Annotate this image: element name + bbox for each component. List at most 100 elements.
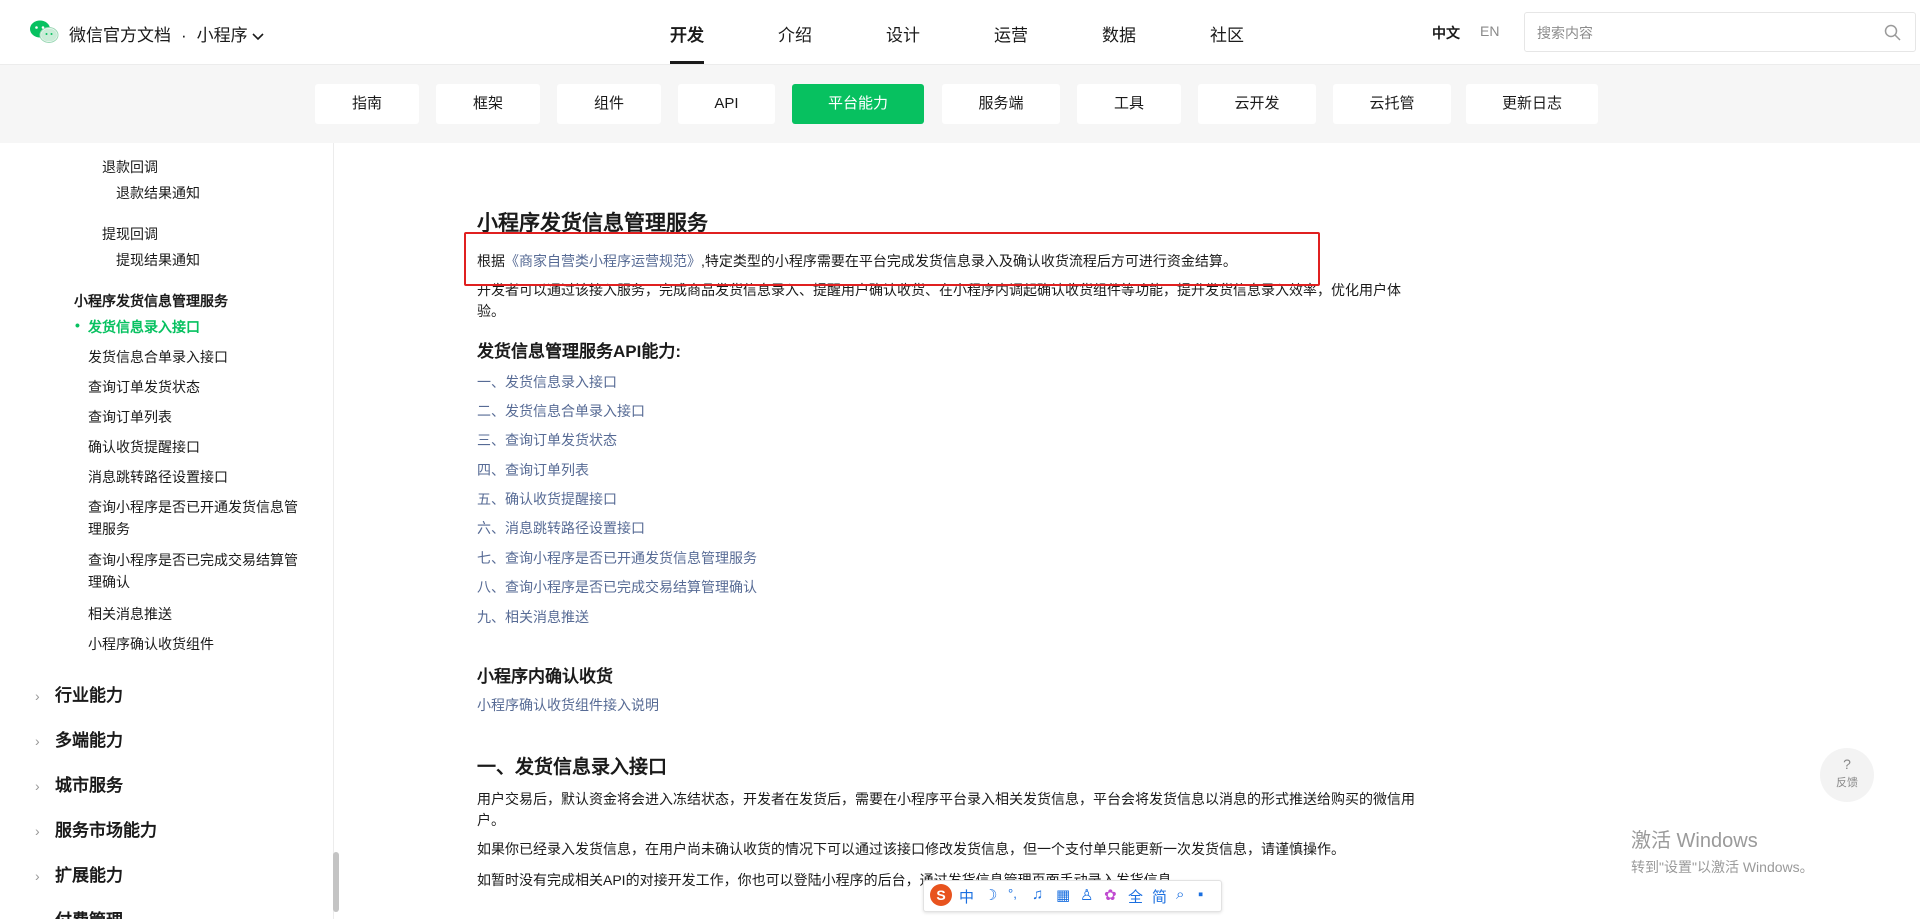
sidebar-group-multi-platform[interactable]: › 多端能力 (35, 726, 123, 751)
sidebar-item-shipping-service[interactable]: 小程序发货信息管理服务 (74, 291, 228, 311)
search-input[interactable] (1535, 22, 1879, 44)
sogou-logo-icon[interactable]: S (930, 884, 952, 906)
top-header: 微信官方文档 · 小程序 开发 介绍 设计 运营 数据 社区 中文 EN (0, 0, 1920, 65)
product-switcher[interactable]: 小程序 (197, 26, 248, 45)
api-link-7[interactable]: 七、查询小程序是否已开通发货信息管理服务 (477, 548, 757, 568)
brand-title[interactable]: 微信官方文档 (69, 26, 171, 45)
sidebar-item-confirm-component[interactable]: 小程序确认收货组件 (88, 634, 214, 654)
lang-zh[interactable]: 中文 (1432, 23, 1460, 43)
sidebar-item-message-push[interactable]: 相关消息推送 (88, 604, 172, 624)
sidebar-group-industry[interactable]: › 行业能力 (35, 681, 123, 706)
section-1-title: 一、发货信息录入接口 (477, 757, 668, 778)
sidebar-item-confirm-remind[interactable]: 确认收货提醒接口 (88, 437, 200, 457)
help-icon: ? (1843, 756, 1851, 772)
sidebar-group-label: 付费管理 (55, 911, 123, 919)
tab-platform-capability[interactable]: 平台能力 (792, 84, 924, 124)
sidebar-item-order-list[interactable]: 查询订单列表 (88, 407, 172, 427)
sidebar: 退款回调 退款结果通知 提现回调 提现结果通知 小程序发货信息管理服务 发货信息… (0, 143, 333, 919)
api-link-9[interactable]: 九、相关消息推送 (477, 607, 589, 627)
tab-server[interactable]: 服务端 (942, 84, 1060, 124)
sidebar-item-refund-notify[interactable]: 退款结果通知 (116, 183, 200, 203)
sidebar-group-label: 服务市场能力 (55, 821, 157, 840)
api-link-5[interactable]: 五、确认收货提醒接口 (477, 489, 617, 509)
sidebar-group-extension[interactable]: › 扩展能力 (35, 861, 123, 886)
sidebar-divider (333, 143, 334, 919)
ime-simplified[interactable]: 简 (1152, 886, 1167, 907)
windows-activation-watermark: 激活 Windows 转到"设置"以激活 Windows。 (1631, 824, 1814, 877)
chevron-down-icon[interactable] (252, 32, 264, 41)
sidebar-item-jump-path[interactable]: 消息跳转路径设置接口 (88, 467, 228, 487)
tab-cloud-dev[interactable]: 云开发 (1198, 84, 1316, 124)
confirm-section-heading: 小程序内确认收货 (477, 667, 613, 686)
confirm-component-link[interactable]: 小程序确认收货组件接入说明 (477, 695, 659, 715)
sidebar-group-label: 城市服务 (55, 776, 123, 795)
search-icon[interactable]: ⌕ (1176, 886, 1184, 903)
nav-intro[interactable]: 介绍 (778, 21, 812, 46)
lang-en[interactable]: EN (1480, 23, 1499, 39)
tab-tools[interactable]: 工具 (1077, 84, 1181, 124)
sidebar-group-paid-management[interactable]: ›付费管理 (35, 906, 123, 919)
sidebar-item-withdraw-notify[interactable]: 提现结果通知 (116, 250, 200, 270)
tab-api[interactable]: API (678, 84, 775, 124)
nav-data[interactable]: 数据 (1102, 21, 1136, 46)
sidebar-scrollbar[interactable] (333, 852, 339, 912)
tab-cloud-hosting[interactable]: 云托管 (1333, 84, 1451, 124)
feedback-label: 反馈 (1836, 777, 1858, 789)
chevron-right-icon: › (35, 823, 40, 839)
sidebar-item-check-settlement[interactable]: 查询小程序是否已完成交易结算管理确认 (88, 549, 308, 593)
sidebar-group-label: 扩展能力 (55, 866, 123, 885)
sidebar-item-combined-upload[interactable]: 发货信息合单录入接口 (88, 347, 228, 367)
sidebar-item-shipping-upload[interactable]: 发货信息录入接口 (75, 317, 200, 337)
tab-framework[interactable]: 框架 (436, 84, 540, 124)
microphone-icon[interactable]: ♫ (1032, 886, 1043, 903)
nav-community[interactable]: 社区 (1210, 21, 1244, 46)
search-box (1524, 12, 1916, 52)
feedback-button[interactable]: ? 反馈 (1820, 748, 1874, 802)
sidebar-item-withdraw-callback[interactable]: 提现回调 (102, 224, 158, 244)
brand: 微信官方文档 · 小程序 (69, 21, 264, 46)
brand-separator: · (181, 26, 187, 45)
sidebar-item-order-status[interactable]: 查询订单发货状态 (88, 377, 200, 397)
sub-nav: 指南 框架 组件 API 平台能力 服务端 工具 云开发 云托管 更新日志 (0, 65, 1920, 143)
chevron-right-icon: › (35, 733, 40, 749)
grid-menu-icon[interactable]: ▪ (1198, 886, 1203, 903)
nav-operation[interactable]: 运营 (994, 21, 1028, 46)
ime-toolbar: S 中 ☽ °, ♫ ▦ ♙ ✿ 全 简 ⌕ ▪ (923, 880, 1222, 912)
chevron-right-icon: › (35, 868, 40, 884)
tab-changelog[interactable]: 更新日志 (1466, 84, 1598, 124)
api-link-4[interactable]: 四、查询订单列表 (477, 460, 589, 480)
search-icon[interactable] (1884, 24, 1901, 41)
api-link-1[interactable]: 一、发货信息录入接口 (477, 372, 617, 392)
sidebar-group-label: 多端能力 (55, 731, 123, 750)
nav-design[interactable]: 设计 (886, 21, 920, 46)
sidebar-item-refund-callback[interactable]: 退款回调 (102, 157, 158, 177)
sidebar-group-city-service[interactable]: › 城市服务 (35, 771, 123, 796)
ime-fullwidth[interactable]: 全 (1128, 886, 1143, 907)
api-link-2[interactable]: 二、发货信息合单录入接口 (477, 401, 645, 421)
api-link-6[interactable]: 六、消息跳转路径设置接口 (477, 518, 645, 538)
wechat-logo-icon[interactable] (29, 19, 59, 45)
tab-guide[interactable]: 指南 (315, 84, 419, 124)
tab-components[interactable]: 组件 (557, 84, 661, 124)
ime-chinese-mode[interactable]: 中 (959, 886, 974, 907)
skin-icon[interactable]: ✿ (1104, 886, 1117, 904)
sidebar-group-service-market[interactable]: › 服务市场能力 (35, 816, 157, 841)
user-icon[interactable]: ♙ (1080, 886, 1093, 904)
sidebar-group-label: 行业能力 (55, 686, 123, 705)
moon-icon[interactable]: ☽ (984, 886, 997, 904)
highlight-box (464, 232, 1320, 286)
chevron-right-icon: › (35, 913, 55, 919)
nav-active-indicator (670, 61, 704, 64)
watermark-line-1: 激活 Windows (1631, 830, 1758, 852)
sidebar-item-check-opened[interactable]: 查询小程序是否已开通发货信息管理服务 (88, 496, 308, 540)
api-link-3[interactable]: 三、查询订单发货状态 (477, 430, 617, 450)
api-section-heading: 发货信息管理服务API能力: (477, 342, 681, 361)
intro-paragraph-2: 开发者可以通过该接入服务，完成商品发货信息录入、提醒用户确认收货、在小程序内调起… (477, 282, 1401, 319)
punctuation-icon[interactable]: °, (1008, 886, 1017, 901)
api-link-8[interactable]: 八、查询小程序是否已完成交易结算管理确认 (477, 577, 757, 597)
watermark-line-2: 转到"设置"以激活 Windows。 (1631, 859, 1814, 875)
nav-develop[interactable]: 开发 (670, 21, 704, 46)
chevron-right-icon: › (35, 688, 40, 704)
keyboard-icon[interactable]: ▦ (1056, 886, 1070, 904)
chevron-right-icon: › (35, 778, 40, 794)
